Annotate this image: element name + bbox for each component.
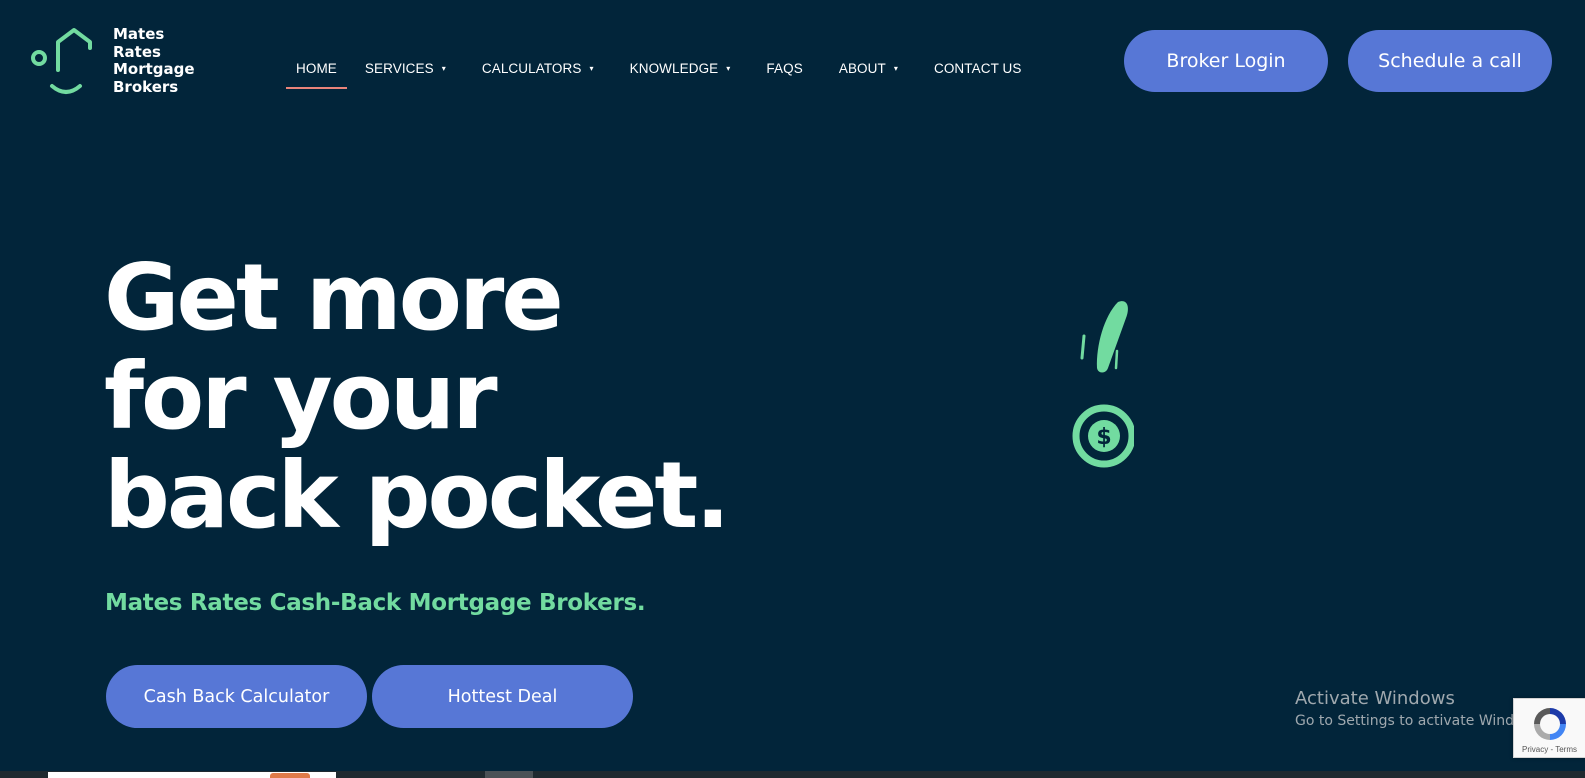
brand-name: Mates Rates Mortgage Brokers [113,25,195,96]
activate-windows-subtitle: Go to Settings to activate Windows. [1295,713,1546,729]
nav-item-knowledge[interactable]: KNOWLEDGE ▾ [630,56,731,80]
hero-subheading: Mates Rates Cash-Back Mortgage Brokers. [105,590,646,616]
activate-windows-watermark: Activate Windows Go to Settings to activ… [1295,688,1546,729]
chevron-down-icon: ▾ [726,63,731,73]
activate-windows-title: Activate Windows [1295,688,1455,709]
nav-item-label: ABOUT [838,60,886,76]
nav-item-label: HOME [296,60,337,76]
brand-name-line: Mortgage [113,60,195,78]
hero-headline-line: back pocket. [104,442,730,549]
recaptcha-icon [1534,708,1566,740]
nav-item-label: KNOWLEDGE [629,60,719,76]
main-nav: HOME SERVICES ▾ CALCULATORS ▾ KNOWLEDGE … [286,56,1022,90]
nav-item-label: CALCULATORS [481,60,582,76]
hero-headline-line: Get more [104,244,564,351]
nav-item-label: CONTACT US [933,60,1022,76]
nav-item-services[interactable]: SERVICES ▾ [365,56,446,80]
hottest-deal-button[interactable]: Hottest Deal [372,665,633,728]
preview-accent [270,773,310,778]
chevron-down-icon: ▾ [893,63,898,73]
brand-logo[interactable]: Mates Rates Mortgage Brokers [28,25,208,96]
hero-headline: Get more for your back pocket. [104,244,730,549]
site-header: Mates Rates Mortgage Brokers HOME SERVIC… [0,0,1585,125]
svg-text:$: $ [1096,425,1111,450]
nav-item-label: SERVICES [364,60,434,76]
hero-headline-line: for your [104,343,498,450]
page-preview-thumbnail [48,772,336,778]
recaptcha-badge[interactable]: Privacy - Terms [1513,698,1585,758]
falling-dollar-coin-icon: $ [1072,301,1134,468]
page-preview-thumbnail [485,771,533,778]
cash-back-calculator-button[interactable]: Cash Back Calculator [106,665,367,728]
nav-item-label: FAQS [766,60,803,76]
nav-item-contact-us[interactable]: CONTACT US [934,56,1022,80]
nav-item-calculators[interactable]: CALCULATORS ▾ [482,56,594,80]
brand-name-line: Brokers [113,77,179,96]
smiling-house-logo-icon [31,28,92,94]
chevron-down-icon: ▾ [589,63,594,73]
taskbar-preview-strip [0,771,1585,778]
schedule-call-button[interactable]: Schedule a call [1348,30,1552,92]
brand-name-line: Rates [113,42,161,61]
chevron-down-icon: ▾ [441,63,446,73]
nav-item-faqs[interactable]: FAQS [766,56,802,80]
nav-item-home[interactable]: HOME [286,56,347,89]
nav-item-about[interactable]: ABOUT ▾ [839,56,898,80]
brand-name-line: Mates [113,25,165,43]
recaptcha-links[interactable]: Privacy - Terms [1514,745,1585,754]
broker-login-button[interactable]: Broker Login [1124,30,1328,92]
